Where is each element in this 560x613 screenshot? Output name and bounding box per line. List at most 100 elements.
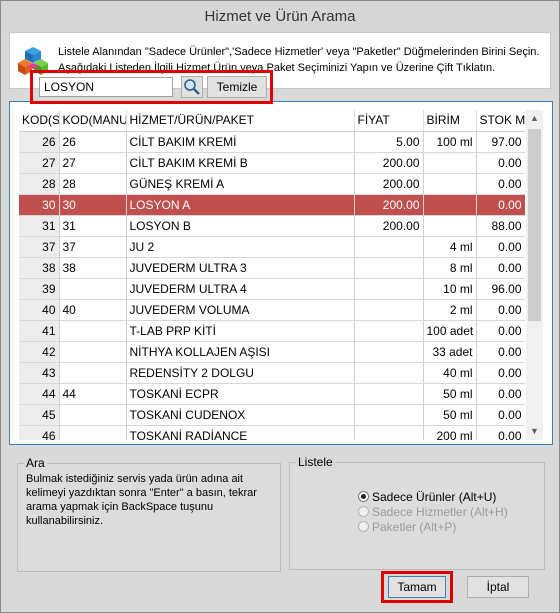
cell-price [354, 383, 424, 405]
cell-kod-manuel: 37 [59, 236, 127, 258]
cell-stock: 0.00 [476, 404, 525, 426]
cell-kod-manuel: 27 [59, 152, 127, 174]
cell-kod-s: 41 [19, 320, 60, 342]
cell-stock: 0.00 [476, 173, 525, 195]
cell-kod-manuel: 28 [59, 173, 127, 195]
column-header-stock[interactable]: STOK Mİ [476, 110, 525, 132]
cell-unit: 50 ml [423, 383, 477, 405]
table-row[interactable]: 43 REDENSİTY 2 DOLGU 40 ml 0.00 [19, 362, 525, 384]
cell-price [354, 236, 424, 258]
cell-name: GÜNEŞ KREMİ A [126, 173, 355, 195]
column-header-kod-s[interactable]: KOD(S [19, 110, 60, 132]
search-input[interactable]: LOSYON [39, 77, 173, 97]
table-row[interactable]: 26 26 CİLT BAKIM KREMİ 5.00 100 ml 97.00 [19, 131, 525, 153]
cell-name: JUVEDERM VOLUMA [126, 299, 355, 321]
cancel-button[interactable]: İptal [467, 576, 529, 598]
cell-kod-manuel [59, 404, 127, 426]
cell-stock: 96.00 [476, 278, 525, 300]
cell-price: 200.00 [354, 215, 424, 237]
cell-stock: 0.00 [476, 383, 525, 405]
radio-products-only[interactable]: Sadece Ürünler (Alt+U) [358, 490, 496, 504]
cell-name: JUVEDERM ULTRA 3 [126, 257, 355, 279]
cell-price [354, 320, 424, 342]
cell-name: T-LAB PRP KİTİ [126, 320, 355, 342]
cell-name: LOSYON B [126, 215, 355, 237]
cell-price: 5.00 [354, 131, 424, 153]
table-row[interactable]: 44 44 TOSKANİ ECPR 50 ml 0.00 [19, 383, 525, 405]
grid-header-row: KOD(S KOD(MANUE HİZMET/ÜRÜN/PAKET FİYAT … [19, 110, 525, 132]
table-row[interactable]: 40 40 JUVEDERM VOLUMA 2 ml 0.00 [19, 299, 525, 321]
grid-vertical-scrollbar[interactable]: ▲ ▼ [526, 110, 543, 440]
cell-price [354, 278, 424, 300]
cell-kod-manuel: 30 [59, 194, 127, 216]
results-grid[interactable]: KOD(S KOD(MANUE HİZMET/ÜRÜN/PAKET FİYAT … [19, 110, 525, 440]
search-group-legend: Ara [24, 456, 47, 470]
cell-kod-manuel: 44 [59, 383, 127, 405]
cell-unit: 100 ml [423, 131, 477, 153]
clear-button[interactable]: Temizle [207, 76, 267, 98]
cell-stock: 0.00 [476, 362, 525, 384]
cell-price: 200.00 [354, 173, 424, 195]
scroll-up-arrow-icon[interactable]: ▲ [526, 110, 543, 127]
cell-name: TOSKANİ ECPR [126, 383, 355, 405]
cell-unit: 200 ml [423, 425, 477, 440]
ok-button[interactable]: Tamam [388, 576, 446, 598]
cell-stock: 0.00 [476, 236, 525, 258]
search-hint: Bulmak istediğiniz servis yada ürün adın… [26, 473, 257, 527]
cell-kod-s: 40 [19, 299, 60, 321]
column-header-unit[interactable]: BİRİM [423, 110, 477, 132]
cell-unit: 50 ml [423, 404, 477, 426]
table-row[interactable]: 42 NİTHYA KOLLAJEN AŞISI 33 adet 0.00 [19, 341, 525, 363]
column-header-name[interactable]: HİZMET/ÜRÜN/PAKET [126, 110, 355, 132]
cell-price [354, 404, 424, 426]
cell-stock: 0.00 [476, 257, 525, 279]
radio-packages-label: Paketler (Alt+P) [372, 520, 457, 534]
table-row[interactable]: 31 31 LOSYON B 200.00 88.00 [19, 215, 525, 237]
table-row[interactable]: 28 28 GÜNEŞ KREMİ A 200.00 0.00 [19, 173, 525, 195]
radio-services-only: Sadece Hizmetler (Alt+H) [358, 505, 508, 519]
cell-kod-s: 38 [19, 257, 60, 279]
filter-group: Listele Sadece Ürünler (Alt+U) Sadece Hi… [289, 455, 545, 570]
cell-kod-manuel: 40 [59, 299, 127, 321]
instruction-line-1: Listele Alanından "Sadece Ürünler",'Sade… [58, 46, 540, 58]
scroll-thumb[interactable] [528, 129, 541, 321]
column-header-price[interactable]: FİYAT [354, 110, 424, 132]
cell-name: REDENSİTY 2 DOLGU [126, 362, 355, 384]
scroll-down-arrow-icon[interactable]: ▼ [526, 423, 543, 440]
cell-kod-s: 27 [19, 152, 60, 174]
cell-kod-manuel: 26 [59, 131, 127, 153]
cell-stock: 97.00 [476, 131, 525, 153]
cell-name: CİLT BAKIM KREMİ [126, 131, 355, 153]
search-button[interactable] [181, 76, 203, 98]
cell-name: CİLT BAKIM KREMİ B [126, 152, 355, 174]
table-row[interactable]: 37 37 JU 24 ml 0.00 [19, 236, 525, 258]
cell-name: JU 2 [126, 236, 355, 258]
radio-products-only-label: Sadece Ürünler (Alt+U) [372, 490, 497, 504]
column-header-kod-manuel[interactable]: KOD(MANUE [59, 110, 127, 132]
cell-kod-s: 31 [19, 215, 60, 237]
cell-unit [423, 173, 477, 195]
cell-kod-s: 42 [19, 341, 60, 363]
table-row[interactable]: 30 30 LOSYON A 200.00 0.00 [19, 194, 525, 216]
cell-kod-manuel [59, 341, 127, 363]
cell-price [354, 362, 424, 384]
table-row[interactable]: 38 38 JUVEDERM ULTRA 38 ml 0.00 [19, 257, 525, 279]
table-row[interactable]: 41 T-LAB PRP KİTİ 100 adet 0.00 [19, 320, 525, 342]
table-row[interactable]: 27 27 CİLT BAKIM KREMİ B 200.00 0.00 [19, 152, 525, 174]
cell-name: JUVEDERM ULTRA 4 [126, 278, 355, 300]
cell-unit: 2 ml [423, 299, 477, 321]
cell-stock: 0.00 [476, 299, 525, 321]
cell-kod-s: 37 [19, 236, 60, 258]
cell-stock: 0.00 [476, 194, 525, 216]
table-row[interactable]: 45 TOSKANİ CUDENOX 50 ml 0.00 [19, 404, 525, 426]
cell-kod-manuel [59, 278, 127, 300]
cell-unit: 4 ml [423, 236, 477, 258]
cell-name: TOSKANİ CUDENOX [126, 404, 355, 426]
cell-unit: 33 adet [423, 341, 477, 363]
cell-stock: 0.00 [476, 152, 525, 174]
table-row[interactable]: 39 JUVEDERM ULTRA 4 10 ml 96.00 [19, 278, 525, 300]
cell-price: 200.00 [354, 152, 424, 174]
cell-unit: 40 ml [423, 362, 477, 384]
table-row[interactable]: 46 TOSKANİ RADİANCE 200 ml 0.00 [19, 425, 525, 440]
cell-kod-s: 44 [19, 383, 60, 405]
